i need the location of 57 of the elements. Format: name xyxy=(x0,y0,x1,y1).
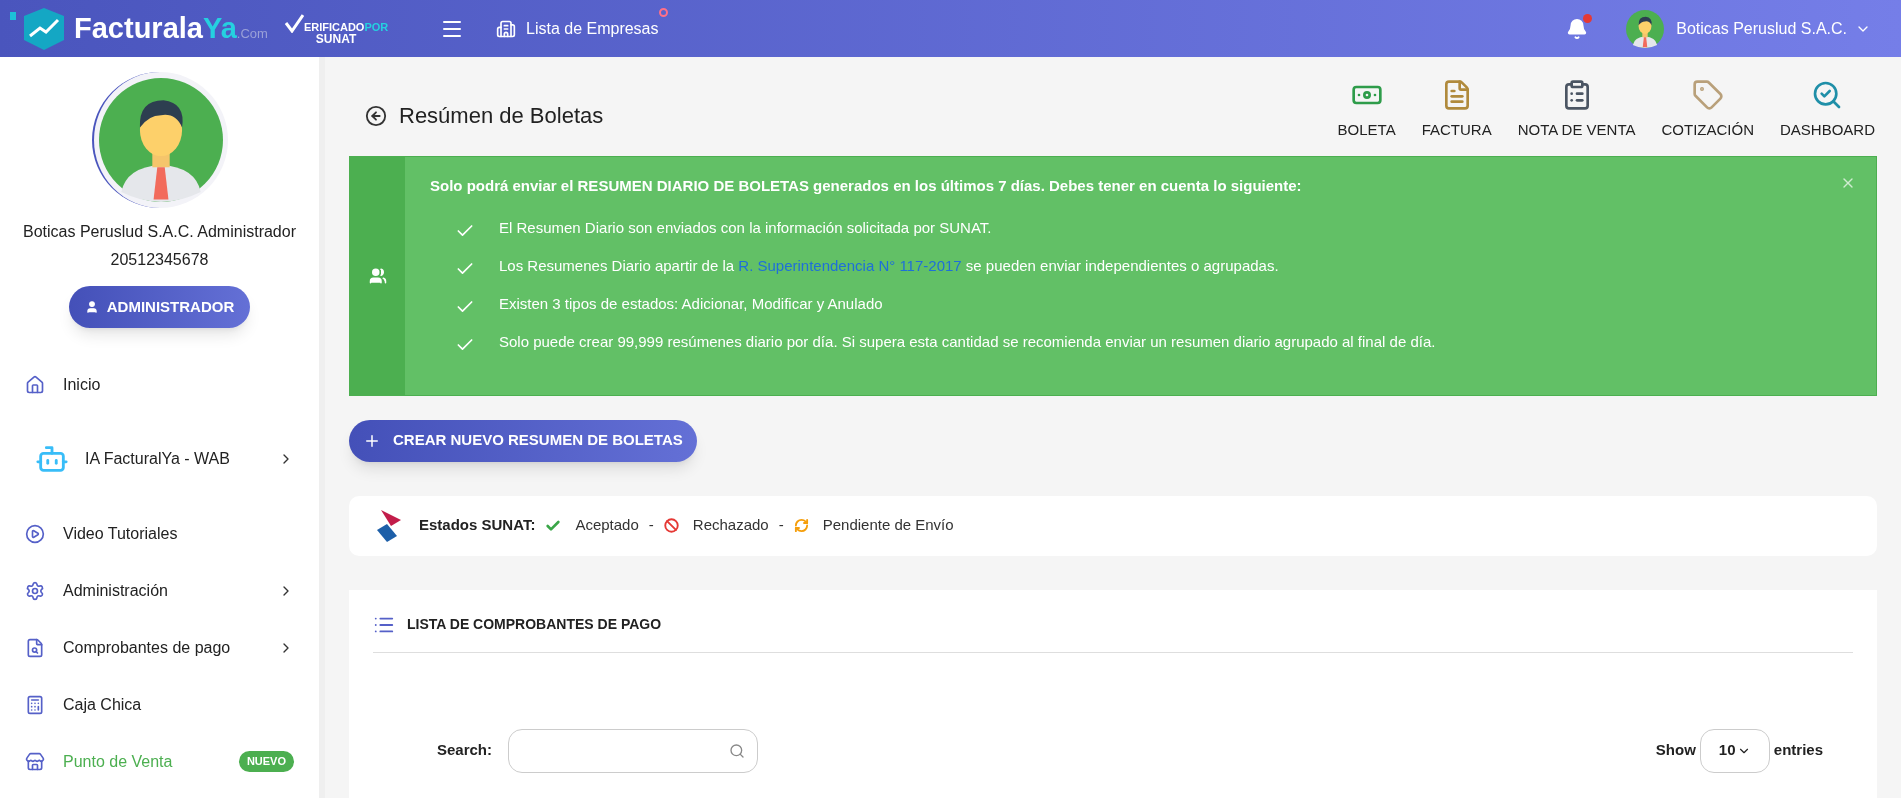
sidebar-item[interactable]: Comprobantes de pago xyxy=(0,619,319,676)
show-label: Show xyxy=(1655,740,1696,761)
shortcut-link[interactable]: FACTURA xyxy=(1421,79,1492,142)
alert-item: Los Resumenes Diario apartir de la R. Superintendencia N° 117-2017 se pueden enviar independientes o agrupadas. xyxy=(499,255,1279,276)
bell-icon[interactable] xyxy=(1566,17,1589,40)
sidebar-item[interactable]: Caja Chica xyxy=(0,676,319,733)
profile-name: Boticas Peruslud S.A.C. Administrador xyxy=(23,222,296,242)
sidebar-item[interactable]: Inicio xyxy=(0,356,319,413)
companies-link[interactable]: Lista de Empresas xyxy=(496,16,659,41)
list-title: LISTA DE COMPROBANTES DE PAGO xyxy=(407,615,662,634)
document-eye-icon xyxy=(25,637,45,658)
refresh-icon xyxy=(793,518,809,533)
shortcut-link[interactable]: COTIZACIÓN xyxy=(1661,79,1754,142)
search-icon xyxy=(729,742,746,759)
separator-text: - xyxy=(648,515,654,536)
create-summary-button[interactable]: CREAR NUEVO RESUMEN DE BOLETAS xyxy=(349,419,697,462)
user-avatar xyxy=(1626,9,1665,48)
search-field[interactable] xyxy=(508,728,759,773)
prohibited-icon xyxy=(663,518,679,533)
people-icon xyxy=(368,266,387,285)
settings-icon xyxy=(25,580,45,601)
shortcut-link[interactable]: DASHBOARD xyxy=(1779,79,1875,142)
entries-label: entries xyxy=(1773,740,1823,761)
sidebar-item[interactable]: IA FacturalYa - WAB xyxy=(0,413,319,505)
buildings-icon xyxy=(496,18,516,39)
separator-text: - xyxy=(778,515,784,536)
sunat-logo-icon xyxy=(375,507,403,544)
tag-icon xyxy=(1691,79,1724,111)
sidebar-item[interactable]: Video Tutoriales xyxy=(0,505,319,562)
entries-select[interactable]: 10 xyxy=(1699,728,1770,773)
logo-text: FacturalaYa.Com xyxy=(74,10,268,46)
home-icon xyxy=(25,374,45,395)
state-label: Aceptado xyxy=(575,515,639,536)
store-icon xyxy=(25,751,45,772)
shortcut-link[interactable]: BOLETA xyxy=(1337,79,1396,142)
new-badge: NUEVO xyxy=(238,751,294,772)
state-label: Rechazado xyxy=(692,515,769,536)
video-icon xyxy=(25,523,45,544)
states-label: Estados SUNAT: xyxy=(419,515,536,536)
alert-item: El Resumen Diario son enviados con la información solicitada por SUNAT. xyxy=(499,217,992,238)
verified-text: ERIFICADOPOR xyxy=(303,21,389,33)
search-label: Search: xyxy=(437,740,493,761)
page-title: Resúmen de Boletas xyxy=(399,102,604,130)
user-icon xyxy=(84,300,99,314)
alert-item: Existen 3 tipos de estados: Adicionar, Modificar y Anulado xyxy=(499,293,883,314)
profile-id: 20512345678 xyxy=(110,250,209,270)
alert-item: Solo puede crear 99,999 resúmenes diario por día. Si supera esta cantidad se recomienda enviar un resumen diario agrupado al final de día. xyxy=(499,331,1436,352)
checkmark-icon xyxy=(283,12,304,33)
shortcut-link[interactable]: NOTA DE VENTA xyxy=(1517,79,1636,142)
alert-heading: Solo podrá enviar el RESUMEN DIARIO DE BOLETAS generados en los últimos 7 días. Debes tener en cuenta lo siguiente: xyxy=(430,175,1302,196)
state-label: Pendiente de Envío xyxy=(822,515,954,536)
calculator-icon xyxy=(25,694,45,715)
sunat-text: SUNAT xyxy=(315,32,357,45)
sidebar-item[interactable]: Administración xyxy=(0,562,319,619)
back-icon[interactable] xyxy=(365,104,387,127)
user-menu[interactable]: Boticas Peruslud S.A.C. xyxy=(1676,16,1871,41)
role-button[interactable]: ADMINISTRADOR xyxy=(68,286,251,328)
